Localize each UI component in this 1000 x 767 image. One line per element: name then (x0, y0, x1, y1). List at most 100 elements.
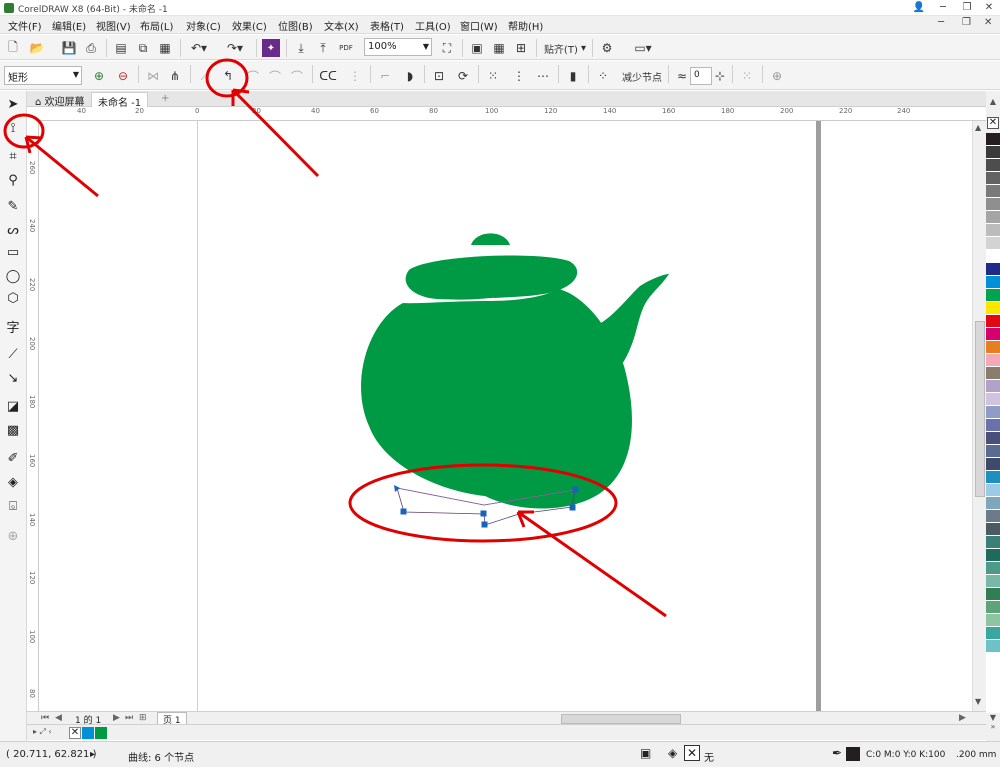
menu-file[interactable]: 文件(F) (8, 18, 42, 33)
show-grid-icon[interactable]: ▦ (490, 39, 508, 57)
import-icon[interactable]: ⤓ (292, 39, 310, 57)
application-launcher-icon[interactable]: ▭▾ (628, 39, 658, 57)
mirror-vertical-icon[interactable]: ⋯ (534, 67, 552, 85)
eyedropper-tool-icon[interactable]: ✐ (3, 449, 23, 467)
tab-untitled-document[interactable]: 未命名 -1 (91, 92, 149, 109)
color-swatch[interactable] (986, 146, 1000, 159)
menu-help[interactable]: 帮助(H) (508, 18, 543, 33)
color-swatch[interactable] (986, 172, 1000, 185)
scroll-right-icon[interactable]: ▶ (959, 713, 966, 723)
horizontal-scroll-thumb[interactable] (561, 714, 681, 724)
color-swatch[interactable] (986, 250, 1000, 263)
color-swatch[interactable] (986, 302, 1000, 315)
color-swatch[interactable] (986, 562, 1000, 575)
menu-edit[interactable]: 编辑(E) (52, 18, 86, 33)
smart-fill-tool-icon[interactable]: ⌺ (3, 497, 23, 515)
color-swatch[interactable] (986, 614, 1000, 627)
color-swatch[interactable] (986, 315, 1000, 328)
open-icon[interactable]: 📂 (26, 39, 48, 57)
color-swatch[interactable] (986, 380, 1000, 393)
color-swatch[interactable] (986, 497, 1000, 510)
color-swatch[interactable] (986, 523, 1000, 536)
user-icon[interactable]: 👤 (906, 0, 932, 16)
menu-layout[interactable]: 布局(L) (140, 18, 173, 33)
show-guidelines-icon[interactable]: ⊞ (512, 39, 530, 57)
stretch-nodes-icon[interactable]: ⊡ (430, 67, 448, 85)
menu-tools[interactable]: 工具(O) (415, 18, 451, 33)
color-proof-icon[interactable]: ▣ (640, 746, 651, 760)
minimize-button[interactable]: ─ (930, 0, 956, 16)
color-swatch[interactable] (986, 341, 1000, 354)
color-swatch[interactable] (986, 354, 1000, 367)
fill-bucket-icon[interactable]: ◈ (668, 746, 677, 760)
outline-pen-icon[interactable]: ✒ (832, 746, 842, 760)
vertical-scrollbar[interactable]: ▲ ▼ (972, 121, 986, 711)
transparency-tool-icon[interactable]: ▩ (3, 421, 23, 439)
add-toolbar-item-icon[interactable]: ⊕ (768, 67, 786, 85)
color-swatch[interactable] (986, 367, 1000, 380)
make-node-cusp-icon[interactable]: ⌒ (244, 67, 262, 85)
redo-icon[interactable]: ↷▾ (222, 39, 248, 57)
menu-text[interactable]: 文本(X) (324, 18, 359, 33)
color-swatch[interactable] (986, 601, 1000, 614)
outline-color-swatch[interactable] (846, 747, 860, 761)
minimize-doc-icon[interactable]: ─ (938, 17, 944, 28)
convert-to-curve-icon[interactable]: ↰ (218, 67, 238, 85)
status-arrow-icon[interactable]: ▸ (90, 749, 95, 760)
next-page-icon[interactable]: ▶ (113, 713, 120, 723)
copy-icon[interactable]: ⧉ (134, 39, 152, 57)
horizontal-ruler[interactable]: 40 20 0 20 40 60 80 100 120 140 160 180 … (39, 107, 986, 121)
color-swatch[interactable] (986, 640, 1000, 653)
color-swatch[interactable] (986, 185, 1000, 198)
options-gear-icon[interactable]: ⚙ (598, 39, 616, 57)
mirror-horizontal-icon[interactable]: ⋮ (510, 67, 528, 85)
zoom-level-combo[interactable]: 100% ▼ (364, 38, 432, 56)
zoom-tool-icon[interactable]: ⚲ (3, 171, 23, 189)
polygon-tool-icon[interactable]: ⬡ (3, 289, 23, 307)
color-swatch[interactable] (986, 575, 1000, 588)
snap-to-dropdown[interactable]: 贴齐(T) ▾ (542, 39, 588, 57)
menu-effects[interactable]: 效果(C) (232, 18, 267, 33)
color-swatch[interactable] (986, 536, 1000, 549)
search-content-icon[interactable]: ✦ (262, 39, 280, 57)
color-swatch[interactable] (986, 419, 1000, 432)
restore-doc-icon[interactable]: ❐ (962, 17, 971, 28)
undo-icon[interactable]: ↶▾ (186, 39, 212, 57)
drawing-canvas[interactable] (39, 121, 986, 711)
color-swatch[interactable] (986, 471, 1000, 484)
no-fill-swatch[interactable]: ✕ (987, 117, 999, 129)
menu-object[interactable]: 对象(C) (186, 18, 221, 33)
no-color-swatch[interactable]: ✕ (69, 727, 81, 739)
color-swatch[interactable] (986, 588, 1000, 601)
drop-shadow-tool-icon[interactable]: ◪ (3, 397, 23, 415)
color-swatch[interactable] (986, 484, 1000, 497)
scroll-up-icon[interactable]: ▲ (975, 123, 981, 132)
color-swatch[interactable] (986, 237, 1000, 250)
color-swatch[interactable] (986, 432, 1000, 445)
palette-scroll-up-icon[interactable]: ▲ (986, 97, 1000, 106)
reverse-direction-icon[interactable]: ᑕᑕ (318, 67, 338, 85)
palette-menu-icon[interactable]: ▸ ⤢ ‹ (33, 727, 52, 737)
extract-subpath-icon[interactable]: ⌐ (376, 67, 394, 85)
make-node-smooth-icon[interactable]: ⌒ (266, 67, 284, 85)
last-page-icon[interactable]: ⏭ (125, 713, 133, 723)
select-all-nodes-icon[interactable]: ⁘ (594, 67, 612, 85)
doc-color-swatch[interactable] (95, 727, 107, 739)
color-swatch[interactable] (986, 458, 1000, 471)
color-swatch[interactable] (986, 627, 1000, 640)
smoothness-slider-icon[interactable]: ⊹ (713, 67, 727, 85)
doc-color-swatch[interactable] (82, 727, 94, 739)
reduce-nodes-button[interactable]: 减少节点 (620, 67, 664, 85)
smoothness-input[interactable]: 0 (690, 67, 712, 85)
delete-node-icon[interactable]: ⊖ (114, 67, 132, 85)
bounding-box-icon[interactable]: ⁙ (738, 67, 756, 85)
color-swatch[interactable] (986, 159, 1000, 172)
add-tab-button[interactable]: + (155, 92, 175, 107)
color-swatch[interactable] (986, 289, 1000, 302)
vertical-scroll-thumb[interactable] (975, 321, 985, 497)
previous-page-icon[interactable]: ◀ (55, 713, 62, 723)
close-button[interactable]: ✕ (976, 0, 1000, 16)
menu-table[interactable]: 表格(T) (370, 18, 404, 33)
publish-pdf-icon[interactable]: PDF (336, 39, 356, 57)
menu-bitmaps[interactable]: 位图(B) (278, 18, 313, 33)
